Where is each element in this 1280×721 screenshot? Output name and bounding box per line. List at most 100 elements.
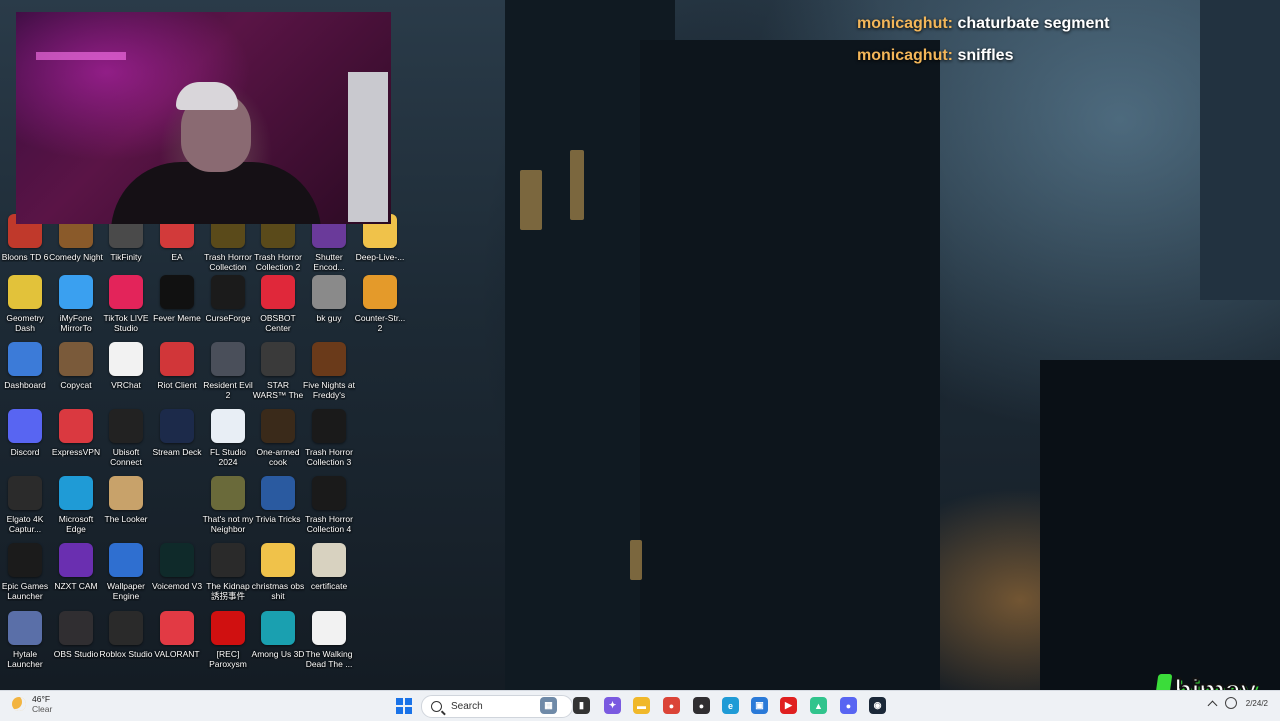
dashboard-icon [8, 342, 42, 376]
edge-taskbar-icon[interactable]: e [722, 697, 739, 714]
desktop-shortcut[interactable]: Microsoft Edge [51, 476, 101, 540]
widgets-icon[interactable]: ▦ [540, 697, 557, 714]
desktop-shortcut-label: Resident Evil 2 [203, 380, 253, 400]
wallpaper-light [630, 540, 642, 580]
desktop-shortcut[interactable]: certificate [304, 543, 354, 607]
desktop-shortcut[interactable]: Trivia Tricks [253, 476, 303, 540]
tray-app-icon[interactable] [1224, 697, 1237, 709]
taskbar-clock[interactable]: 2/24/2 [1246, 699, 1268, 708]
desktop-shortcut[interactable]: Geometry Dash [0, 275, 50, 339]
steam-icon[interactable]: ◉ [869, 697, 886, 714]
bk-guy-icon [312, 275, 346, 309]
desktop-shortcut[interactable]: Fever Meme [152, 275, 202, 339]
chat-username: monicaghut: [857, 15, 953, 32]
desktop-shortcut[interactable]: Ubisoft Connect [101, 409, 151, 473]
chrome-icon[interactable]: ● [663, 697, 680, 714]
task-view-icon[interactable]: ▮ [573, 697, 590, 714]
desktop-shortcut[interactable]: NZXT CAM [51, 543, 101, 607]
desktop-shortcut-label: Stream Deck [152, 447, 202, 457]
desktop-shortcut[interactable]: [REC] Paroxysm [203, 611, 253, 675]
desktop-shortcut[interactable]: iMyFone MirrorTo [51, 275, 101, 339]
obs-taskbar-icon[interactable]: ● [693, 697, 710, 714]
desktop-shortcut-label: Trash Horror Collection 4 [305, 514, 353, 534]
wallpaper-tower [1040, 360, 1280, 690]
desktop-shortcut-label: certificate [310, 581, 348, 591]
desktop-shortcut[interactable]: Voicemod V3 [152, 543, 202, 607]
desktop-shortcut[interactable]: ExpressVPN [51, 409, 101, 473]
desktop-shortcut[interactable]: TikTok LIVE Studio [101, 275, 151, 339]
desktop-shortcut[interactable]: VALORANT [152, 611, 202, 675]
system-tray: 2/24/2 [1207, 697, 1268, 710]
desktop-shortcut[interactable]: Elgato 4K Captur... [0, 476, 50, 540]
youtube-icon[interactable]: ▶ [780, 697, 797, 714]
desktop-shortcut-label: The Looker [104, 514, 148, 524]
desktop-shortcut-label: FL Studio 2024 [209, 447, 247, 467]
file-explorer-icon[interactable]: ▬ [633, 697, 650, 714]
store-icon[interactable]: ▣ [751, 697, 768, 714]
desktop-shortcut[interactable]: FL Studio 2024 [203, 409, 253, 473]
fever-meme-icon [160, 275, 194, 309]
desktop-shortcut[interactable]: Trash Horror Collection 4 [304, 476, 354, 540]
elgato-icon [8, 476, 42, 510]
desktop-shortcut[interactable]: Riot Client [152, 342, 202, 406]
weather-widget[interactable]: 46°F Clear [12, 694, 52, 714]
desktop-shortcut[interactable]: Roblox Studio [100, 611, 152, 675]
desktop-shortcut[interactable]: Copycat [51, 342, 101, 406]
desktop-shortcut[interactable]: VRChat [101, 342, 151, 406]
desktop-shortcut-label: TikTok LIVE Studio [103, 313, 149, 333]
desktop-shortcut[interactable]: Hytale Launcher [0, 611, 50, 675]
chevron-up-icon[interactable] [1207, 700, 1218, 710]
desktop-shortcut[interactable]: Stream Deck [152, 409, 202, 473]
kidnap-icon [211, 543, 245, 577]
desktop-shortcut[interactable]: Trash Horror Collection 3 [304, 409, 354, 473]
desktop-shortcut-label: Trash Horror Collection 3 [305, 447, 353, 467]
windows-logo-icon [405, 698, 412, 705]
streamer-cap [176, 82, 238, 110]
desktop-shortcut[interactable]: Counter-Str... 2 [355, 275, 405, 339]
discord-icon [8, 409, 42, 443]
trash-horror-4-icon [312, 476, 346, 510]
desktop-shortcut[interactable]: STAR WARS™ The Force ... [253, 342, 303, 406]
desktop-shortcut-label: Epic Games Launcher [1, 581, 49, 601]
copilot-icon[interactable]: ✦ [604, 697, 621, 714]
tiktok-live-icon [109, 275, 143, 309]
desktop-shortcut[interactable]: Resident Evil 2 [203, 342, 253, 406]
desktop-shortcut[interactable]: bk guy [304, 275, 354, 339]
desktop-shortcut-label: Dashboard [4, 380, 46, 390]
start-button[interactable] [396, 698, 412, 714]
desktop-shortcut[interactable]: The Looker [101, 476, 151, 540]
desktop-shortcut-label: VRChat [111, 380, 141, 390]
desktop-shortcut[interactable]: christmas obs shit [251, 543, 305, 607]
desktop-shortcut[interactable]: Dashboard [0, 342, 50, 406]
desktop-shortcut[interactable]: One-armed cook [253, 409, 303, 473]
desktop-shortcut[interactable]: OBS Studio [51, 611, 101, 675]
desktop-shortcut[interactable]: The Walking Dead The ... [304, 611, 354, 675]
desktop-shortcut[interactable]: Epic Games Launcher [0, 543, 50, 607]
desktop-shortcut-label: Trivia Tricks [255, 514, 301, 524]
windows-logo-icon [396, 698, 403, 705]
desktop-shortcut-label: Among Us 3D [251, 649, 305, 659]
obs-icon [59, 611, 93, 645]
desktop-shortcut[interactable]: CurseForge [203, 275, 253, 339]
desktop-shortcut[interactable]: That's not my Neighbor [203, 476, 253, 540]
obsbot-icon [261, 275, 295, 309]
desktop-shortcut-label: [REC] Paroxysm [209, 649, 247, 669]
webcam-shelf [36, 52, 126, 60]
fl-studio-icon [211, 409, 245, 443]
desktop-shortcut[interactable]: Five Nights at Freddy's [303, 342, 355, 406]
desktop-shortcut[interactable]: Wallpaper Engine [101, 543, 151, 607]
desktop-shortcut-label: Copycat [60, 380, 92, 390]
desktop-shortcut-label: One-armed cook [256, 447, 300, 467]
wallpaper-light [570, 150, 584, 220]
vrchat-icon [109, 342, 143, 376]
desktop-shortcut-label: That's not my Neighbor [202, 514, 254, 534]
chat-overlay: monicaghut: chaturbate segment monicaghu… [857, 14, 1110, 78]
desktop-shortcut-label: christmas obs shit [251, 581, 305, 601]
discord-taskbar-icon[interactable]: ● [840, 697, 857, 714]
desktop-shortcut[interactable]: Discord [0, 409, 50, 473]
desktop-shortcut[interactable]: OBSBOT Center [253, 275, 303, 339]
desktop-shortcut[interactable]: The Kidnap 誘拐事件 [203, 543, 253, 607]
desktop-shortcut[interactable]: Among Us 3D [251, 611, 305, 675]
streamlabs-icon[interactable]: ▲ [810, 697, 827, 714]
chat-username: monicaghut: [857, 47, 953, 64]
